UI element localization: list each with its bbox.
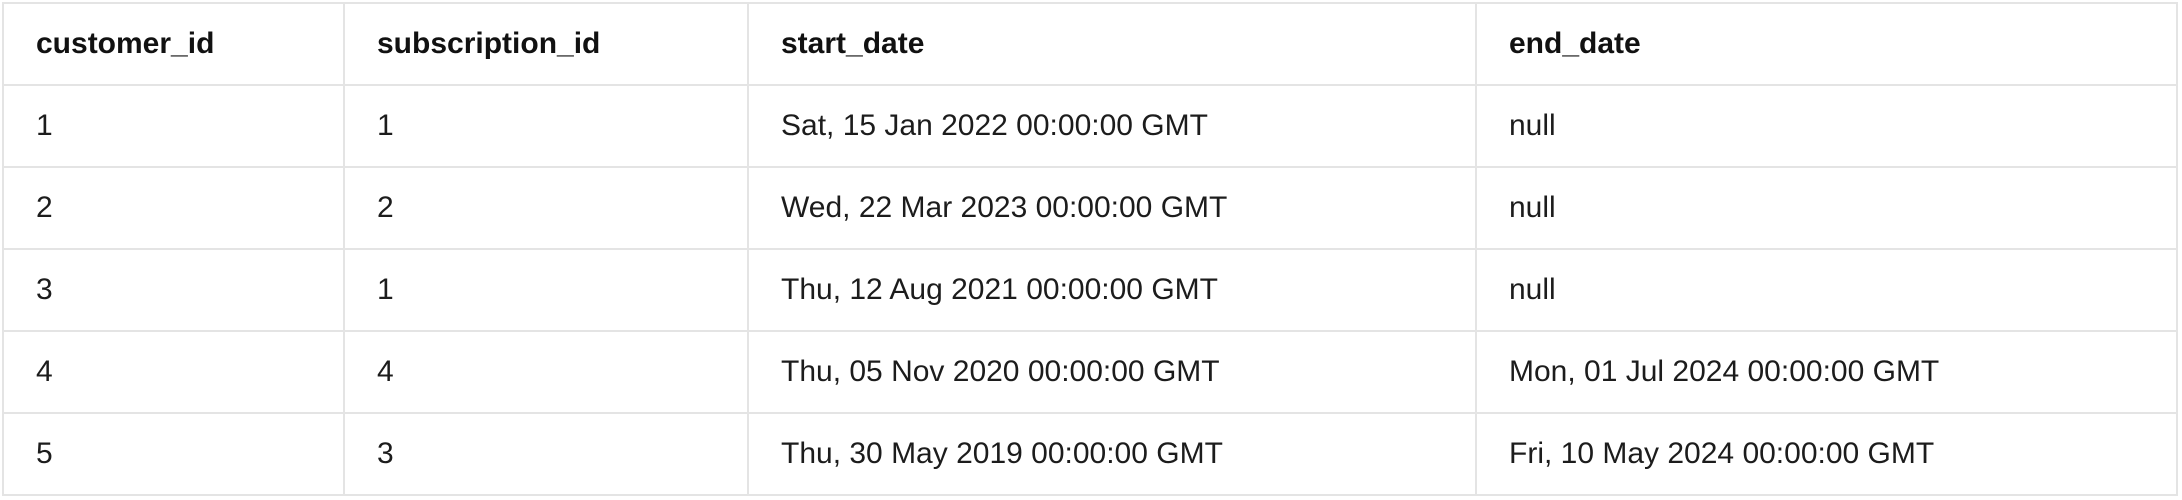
table-row: 4 4 Thu, 05 Nov 2020 00:00:00 GMT Mon, 0… — [4, 330, 2176, 414]
cell-end-date: null — [1475, 248, 2176, 332]
table-row: 2 2 Wed, 22 Mar 2023 00:00:00 GMT null — [4, 166, 2176, 250]
column-header-subscription-id[interactable]: subscription_id — [343, 4, 749, 86]
cell-customer-id: 3 — [4, 248, 345, 332]
column-header-start-date[interactable]: start_date — [747, 4, 1477, 86]
cell-start-date: Sat, 15 Jan 2022 00:00:00 GMT — [747, 84, 1477, 168]
results-table: customer_id subscription_id start_date e… — [4, 4, 2176, 494]
cell-customer-id: 2 — [4, 166, 345, 250]
cell-subscription-id: 2 — [343, 166, 749, 250]
results-table-container: customer_id subscription_id start_date e… — [2, 2, 2178, 496]
table-header: customer_id subscription_id start_date e… — [4, 4, 2176, 86]
header-row: customer_id subscription_id start_date e… — [4, 4, 2176, 86]
cell-customer-id: 5 — [4, 412, 345, 494]
table-row: 3 1 Thu, 12 Aug 2021 00:00:00 GMT null — [4, 248, 2176, 332]
column-header-end-date[interactable]: end_date — [1475, 4, 2176, 86]
cell-subscription-id: 3 — [343, 412, 749, 494]
cell-subscription-id: 1 — [343, 248, 749, 332]
cell-end-date: Fri, 10 May 2024 00:00:00 GMT — [1475, 412, 2176, 494]
cell-end-date: null — [1475, 84, 2176, 168]
cell-start-date: Wed, 22 Mar 2023 00:00:00 GMT — [747, 166, 1477, 250]
table-row: 5 3 Thu, 30 May 2019 00:00:00 GMT Fri, 1… — [4, 412, 2176, 494]
cell-start-date: Thu, 05 Nov 2020 00:00:00 GMT — [747, 330, 1477, 414]
cell-start-date: Thu, 30 May 2019 00:00:00 GMT — [747, 412, 1477, 494]
cell-start-date: Thu, 12 Aug 2021 00:00:00 GMT — [747, 248, 1477, 332]
cell-end-date: Mon, 01 Jul 2024 00:00:00 GMT — [1475, 330, 2176, 414]
cell-end-date: null — [1475, 166, 2176, 250]
column-header-customer-id[interactable]: customer_id — [4, 4, 345, 86]
cell-subscription-id: 4 — [343, 330, 749, 414]
cell-customer-id: 4 — [4, 330, 345, 414]
cell-customer-id: 1 — [4, 84, 345, 168]
table-row: 1 1 Sat, 15 Jan 2022 00:00:00 GMT null — [4, 84, 2176, 168]
cell-subscription-id: 1 — [343, 84, 749, 168]
table-body: 1 1 Sat, 15 Jan 2022 00:00:00 GMT null 2… — [4, 84, 2176, 494]
